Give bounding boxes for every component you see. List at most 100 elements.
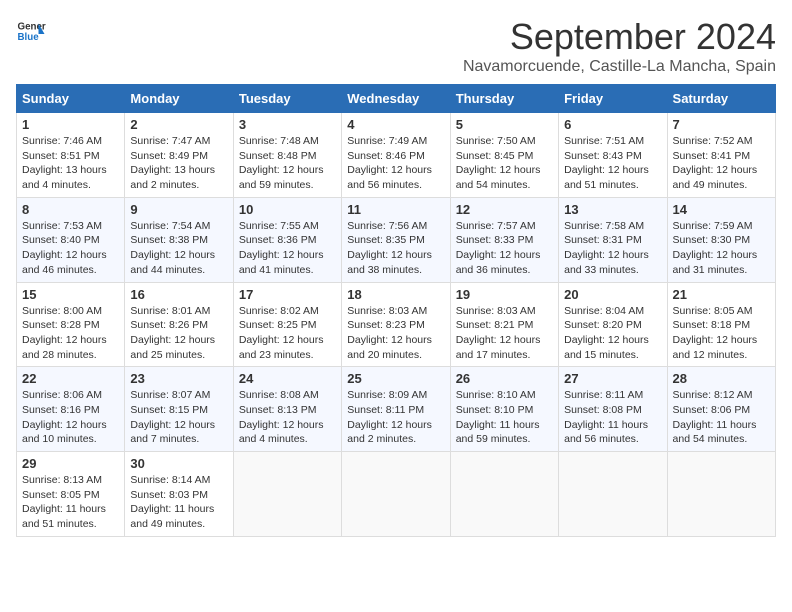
col-header-wednesday: Wednesday <box>342 85 450 113</box>
day-info: Sunrise: 8:10 AMSunset: 8:10 PMDaylight:… <box>456 388 553 447</box>
day-info: Sunrise: 8:07 AMSunset: 8:15 PMDaylight:… <box>130 388 227 447</box>
calendar-week-row: 22 Sunrise: 8:06 AMSunset: 8:16 PMDayligh… <box>17 367 776 452</box>
day-info: Sunrise: 8:08 AMSunset: 8:13 PMDaylight:… <box>239 388 336 447</box>
day-number: 1 <box>22 117 119 132</box>
calendar-cell: 24 Sunrise: 8:08 AMSunset: 8:13 PMDayligh… <box>233 367 341 452</box>
col-header-sunday: Sunday <box>17 85 125 113</box>
day-number: 13 <box>564 202 661 217</box>
day-number: 28 <box>673 371 770 386</box>
month-year-title: September 2024 <box>463 16 776 58</box>
day-number: 14 <box>673 202 770 217</box>
svg-text:Blue: Blue <box>18 32 40 43</box>
calendar-week-row: 8 Sunrise: 7:53 AMSunset: 8:40 PMDaylight… <box>17 197 776 282</box>
day-info: Sunrise: 8:03 AMSunset: 8:21 PMDaylight:… <box>456 304 553 363</box>
calendar-cell: 13 Sunrise: 7:58 AMSunset: 8:31 PMDayligh… <box>559 197 667 282</box>
calendar-cell: 2 Sunrise: 7:47 AMSunset: 8:49 PMDaylight… <box>125 113 233 198</box>
day-info: Sunrise: 7:55 AMSunset: 8:36 PMDaylight:… <box>239 219 336 278</box>
calendar-cell: 4Sunrise: 7:49 AMSunset: 8:46 PMDaylight… <box>342 113 450 198</box>
day-info: Sunrise: 7:48 AMSunset: 8:48 PMDaylight:… <box>239 134 336 193</box>
day-info: Sunrise: 8:01 AMSunset: 8:26 PMDaylight:… <box>130 304 227 363</box>
day-info: Sunrise: 7:49 AMSunset: 8:46 PMDaylight:… <box>347 134 444 193</box>
day-info: Sunrise: 7:53 AMSunset: 8:40 PMDaylight:… <box>22 219 119 278</box>
calendar-cell <box>450 452 558 537</box>
logo: General Blue <box>16 16 50 46</box>
col-header-friday: Friday <box>559 85 667 113</box>
calendar-cell: 27 Sunrise: 8:11 AMSunset: 8:08 PMDayligh… <box>559 367 667 452</box>
location-subtitle: Navamorcuende, Castille-La Mancha, Spain <box>463 58 776 76</box>
header: General Blue September 2024 Navamorcuend… <box>16 16 776 76</box>
day-number: 26 <box>456 371 553 386</box>
day-number: 12 <box>456 202 553 217</box>
calendar-cell: 16 Sunrise: 8:01 AMSunset: 8:26 PMDayligh… <box>125 282 233 367</box>
day-info: Sunrise: 8:14 AMSunset: 8:03 PMDaylight:… <box>130 473 227 532</box>
day-number: 3 <box>239 117 336 132</box>
calendar-cell: 28Sunrise: 8:12 AMSunset: 8:06 PMDayligh… <box>667 367 775 452</box>
calendar-cell <box>342 452 450 537</box>
calendar-cell: 9Sunrise: 7:54 AMSunset: 8:38 PMDaylight… <box>125 197 233 282</box>
day-info: Sunrise: 8:04 AMSunset: 8:20 PMDaylight:… <box>564 304 661 363</box>
col-header-thursday: Thursday <box>450 85 558 113</box>
day-info: Sunrise: 7:52 AMSunset: 8:41 PMDaylight:… <box>673 134 770 193</box>
calendar-cell: 20 Sunrise: 8:04 AMSunset: 8:20 PMDayligh… <box>559 282 667 367</box>
calendar-cell: 22 Sunrise: 8:06 AMSunset: 8:16 PMDayligh… <box>17 367 125 452</box>
day-info: Sunrise: 7:57 AMSunset: 8:33 PMDaylight:… <box>456 219 553 278</box>
generalblue-logo-icon: General Blue <box>16 16 46 46</box>
calendar-cell: 23 Sunrise: 8:07 AMSunset: 8:15 PMDayligh… <box>125 367 233 452</box>
day-number: 22 <box>22 371 119 386</box>
calendar-cell: 25Sunrise: 8:09 AMSunset: 8:11 PMDayligh… <box>342 367 450 452</box>
calendar-cell: 26 Sunrise: 8:10 AMSunset: 8:10 PMDayligh… <box>450 367 558 452</box>
day-number: 24 <box>239 371 336 386</box>
calendar-cell: 1Sunrise: 7:46 AMSunset: 8:51 PMDaylight… <box>17 113 125 198</box>
day-info: Sunrise: 7:51 AMSunset: 8:43 PMDaylight:… <box>564 134 661 193</box>
calendar-cell <box>233 452 341 537</box>
day-info: Sunrise: 8:11 AMSunset: 8:08 PMDaylight:… <box>564 388 661 447</box>
col-header-saturday: Saturday <box>667 85 775 113</box>
day-info: Sunrise: 7:59 AMSunset: 8:30 PMDaylight:… <box>673 219 770 278</box>
calendar-cell: 12 Sunrise: 7:57 AMSunset: 8:33 PMDayligh… <box>450 197 558 282</box>
calendar-cell: 14 Sunrise: 7:59 AMSunset: 8:30 PMDayligh… <box>667 197 775 282</box>
col-header-tuesday: Tuesday <box>233 85 341 113</box>
day-number: 18 <box>347 287 444 302</box>
day-number: 19 <box>456 287 553 302</box>
day-number: 16 <box>130 287 227 302</box>
day-number: 8 <box>22 202 119 217</box>
day-info: Sunrise: 7:50 AMSunset: 8:45 PMDaylight:… <box>456 134 553 193</box>
calendar-cell: 30 Sunrise: 8:14 AMSunset: 8:03 PMDayligh… <box>125 452 233 537</box>
calendar-cell <box>559 452 667 537</box>
calendar-week-row: 29Sunrise: 8:13 AMSunset: 8:05 PMDayligh… <box>17 452 776 537</box>
calendar-cell: 21 Sunrise: 8:05 AMSunset: 8:18 PMDayligh… <box>667 282 775 367</box>
calendar-cell: 10Sunrise: 7:55 AMSunset: 8:36 PMDayligh… <box>233 197 341 282</box>
day-info: Sunrise: 7:47 AMSunset: 8:49 PMDaylight:… <box>130 134 227 193</box>
day-number: 5 <box>456 117 553 132</box>
day-number: 21 <box>673 287 770 302</box>
calendar-cell <box>667 452 775 537</box>
calendar-header-row: SundayMondayTuesdayWednesdayThursdayFrid… <box>17 85 776 113</box>
calendar-cell: 18 Sunrise: 8:03 AMSunset: 8:23 PMDayligh… <box>342 282 450 367</box>
day-info: Sunrise: 8:05 AMSunset: 8:18 PMDaylight:… <box>673 304 770 363</box>
calendar-cell: 17Sunrise: 8:02 AMSunset: 8:25 PMDayligh… <box>233 282 341 367</box>
day-info: Sunrise: 7:56 AMSunset: 8:35 PMDaylight:… <box>347 219 444 278</box>
day-number: 30 <box>130 456 227 471</box>
calendar-cell: 11 Sunrise: 7:56 AMSunset: 8:35 PMDayligh… <box>342 197 450 282</box>
day-number: 15 <box>22 287 119 302</box>
calendar-week-row: 15 Sunrise: 8:00 AMSunset: 8:28 PMDayligh… <box>17 282 776 367</box>
day-number: 2 <box>130 117 227 132</box>
day-number: 6 <box>564 117 661 132</box>
day-number: 20 <box>564 287 661 302</box>
day-info: Sunrise: 8:06 AMSunset: 8:16 PMDaylight:… <box>22 388 119 447</box>
day-number: 29 <box>22 456 119 471</box>
day-info: Sunrise: 7:58 AMSunset: 8:31 PMDaylight:… <box>564 219 661 278</box>
calendar-cell: 15 Sunrise: 8:00 AMSunset: 8:28 PMDayligh… <box>17 282 125 367</box>
day-number: 11 <box>347 202 444 217</box>
calendar-week-row: 1Sunrise: 7:46 AMSunset: 8:51 PMDaylight… <box>17 113 776 198</box>
calendar-cell: 6 Sunrise: 7:51 AMSunset: 8:43 PMDaylight… <box>559 113 667 198</box>
calendar-cell: 8 Sunrise: 7:53 AMSunset: 8:40 PMDaylight… <box>17 197 125 282</box>
day-info: Sunrise: 8:03 AMSunset: 8:23 PMDaylight:… <box>347 304 444 363</box>
day-info: Sunrise: 8:00 AMSunset: 8:28 PMDaylight:… <box>22 304 119 363</box>
calendar-cell: 29Sunrise: 8:13 AMSunset: 8:05 PMDayligh… <box>17 452 125 537</box>
day-number: 27 <box>564 371 661 386</box>
day-number: 17 <box>239 287 336 302</box>
day-number: 7 <box>673 117 770 132</box>
title-area: September 2024 Navamorcuende, Castille-L… <box>463 16 776 76</box>
day-number: 23 <box>130 371 227 386</box>
